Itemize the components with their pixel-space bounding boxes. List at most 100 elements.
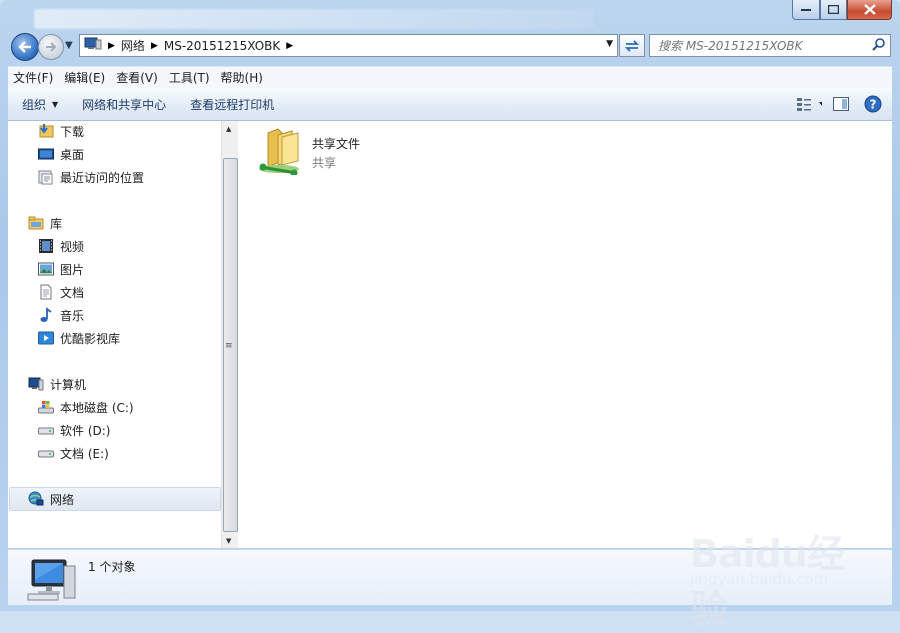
preview-pane-icon [833,97,849,111]
nav-item-drive-e[interactable]: 文档 (E:) [38,443,109,463]
drive-icon [38,445,54,461]
network-icon [28,491,44,507]
nav-item-downloads[interactable]: 下载 [38,121,84,141]
view-printers-button[interactable]: 查看远程打印机 [180,96,284,113]
music-icon [38,307,54,323]
nav-item-recent-places[interactable]: 最近访问的位置 [38,167,144,187]
svg-text:?: ? [870,98,877,112]
drive-icon [38,422,54,438]
nav-item-label: 下载 [60,124,85,139]
menu-view[interactable]: 查看(V) [111,69,163,86]
nav-header-network[interactable]: 网络 [28,489,74,509]
nav-item-label: 图片 [60,262,85,277]
organize-button[interactable]: 组织 ▼ [12,96,68,113]
youku-icon [38,330,54,346]
search-input[interactable] [656,37,860,54]
nav-item-label: 本地磁盘 (C:) [60,400,134,415]
nav-header-computer[interactable]: 计算机 [28,374,86,394]
preview-pane-button[interactable] [828,92,854,116]
nav-item-desktop[interactable]: 桌面 [38,144,84,164]
computer-icon [28,376,44,392]
help-button[interactable]: ? [860,92,886,116]
minimize-button[interactable] [792,0,820,20]
breadcrumb-separator[interactable]: ▶ [286,41,293,51]
view-options-icon [797,98,822,111]
scroll-up-arrow-icon[interactable]: ▲ [226,125,231,133]
network-location-icon [84,37,102,54]
window-title [34,9,594,29]
share-folder-text: 共享文件 共享 [312,135,360,175]
computer-large-icon [26,556,76,605]
menu-tools[interactable]: 工具(T) [164,69,215,86]
help-icon: ? [864,95,882,113]
breadcrumb-network[interactable]: 网络 [121,37,145,54]
nav-header-label: 计算机 [50,377,87,392]
nav-item-drive-c[interactable]: 本地磁盘 (C:) [38,397,134,417]
item-count: 1 个对象 [88,560,136,574]
nav-item-pictures[interactable]: 图片 [38,259,84,279]
search-box[interactable] [649,34,891,57]
network-center-button[interactable]: 网络和共享中心 [72,96,176,113]
navigation-pane: 下载 桌面 最近访问的位置 库 视频 图片 文档 音乐 优酷影视库 计算机 本地… [8,121,221,548]
system-drive-icon [38,399,54,415]
close-icon [863,4,876,15]
menu-bar: 文件(F) 编辑(E) 查看(V) 工具(T) 帮助(H) [8,66,892,88]
shared-folder-icon [258,127,300,177]
breadcrumb-separator[interactable]: ▶ [151,41,158,51]
nav-item-label: 文档 (E:) [60,446,109,461]
share-folder-name: 共享文件 [312,137,361,151]
forward-button[interactable] [38,34,64,60]
menu-edit[interactable]: 编辑(E) [59,69,110,86]
recent-pages-dropdown[interactable]: ▼ [65,40,73,51]
refresh-button[interactable] [619,34,645,57]
picture-icon [38,261,54,277]
nav-item-music[interactable]: 音乐 [38,305,84,325]
recent-places-icon [38,169,54,185]
nav-item-label: 音乐 [60,308,85,323]
nav-item-documents[interactable]: 文档 [38,282,84,302]
change-view-button[interactable] [796,92,822,116]
nav-item-drive-d[interactable]: 软件 (D:) [38,420,110,440]
nav-item-label: 优酷影视库 [60,331,121,346]
breadcrumb-separator[interactable]: ▶ [108,41,115,51]
chevron-down-icon: ▼ [52,99,59,109]
nav-item-label: 软件 (D:) [60,423,111,438]
video-icon [38,238,54,254]
share-folder-item[interactable]: 共享文件 共享 [258,127,418,177]
menu-file[interactable]: 文件(F) [8,69,58,86]
forward-arrow-icon [46,42,57,52]
window-controls [792,0,892,20]
download-folder-icon [38,123,54,139]
address-bar[interactable]: ▶ 网络 ▶ MS-20151215XOBK ▶ ▼ [79,34,618,57]
nav-header-libraries[interactable]: 库 [28,213,62,233]
scroll-down-arrow-icon[interactable]: ▼ [226,537,231,545]
document-icon [38,284,54,300]
breadcrumb-computer[interactable]: MS-20151215XOBK [164,39,280,53]
maximize-icon [828,5,839,14]
baidu-watermark: Baidu经验 jingyan.baidu.com [690,515,860,631]
nav-item-label: 桌面 [60,147,85,162]
address-history-dropdown[interactable]: ▼ [606,39,613,49]
nav-item-label: 视频 [60,239,85,254]
back-arrow-icon [18,41,31,53]
nav-item-label: 最近访问的位置 [60,170,145,185]
menu-help[interactable]: 帮助(H) [216,69,268,86]
nav-header-label: 网络 [50,492,75,507]
minimize-icon [801,8,811,11]
maximize-button[interactable] [820,0,847,20]
libraries-icon [28,215,44,231]
refresh-icon [624,39,640,52]
file-list-pane: 共享文件 共享 [238,121,892,548]
navigation-scrollbar[interactable]: ▲ ≡ ▼ [221,121,238,548]
back-button[interactable] [11,33,39,61]
organize-label: 组织 [22,97,47,112]
nav-item-youku[interactable]: 优酷影视库 [38,328,120,348]
nav-item-videos[interactable]: 视频 [38,236,84,256]
search-icon[interactable] [872,37,886,54]
close-button[interactable] [847,0,892,20]
command-bar: 组织 ▼ 网络和共享中心 查看远程打印机 ? [8,88,892,121]
explorer-window: ▼ ▶ 网络 ▶ MS-20151215XOBK ▶ ▼ 文件(F) 编辑(E)… [0,0,900,631]
share-folder-type: 共享 [312,156,337,170]
nav-header-label: 库 [50,216,63,231]
nav-item-label: 文档 [60,285,85,300]
